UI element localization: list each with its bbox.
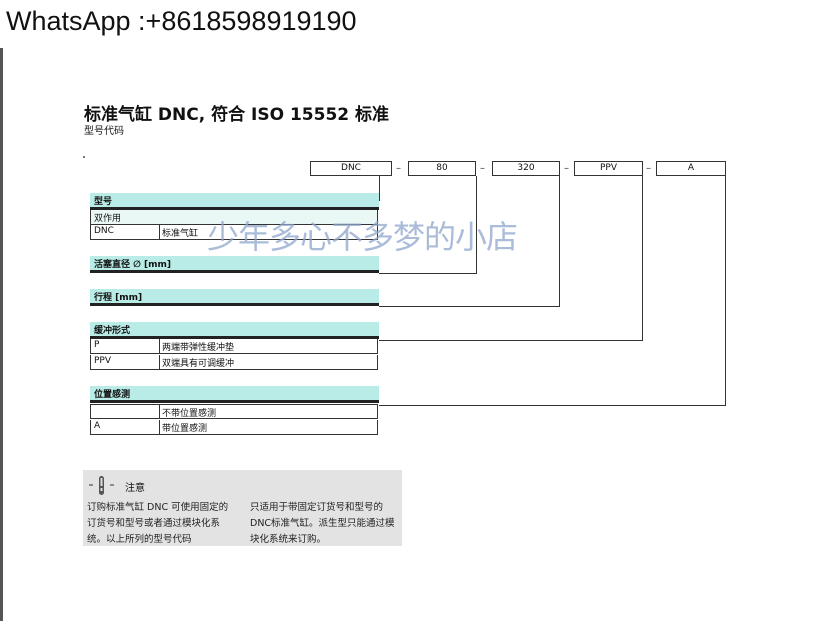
type-mode-label: 双作用 <box>94 214 122 224</box>
section-bore-title: 活塞直径 ∅ [mm] <box>94 260 171 270</box>
section-sensing-title: 位置感测 <box>94 390 131 400</box>
connector-bore-h <box>379 273 477 274</box>
connector-cushion-h <box>379 340 643 341</box>
code-box-bore: 80 <box>408 161 476 176</box>
connector-type-v <box>379 176 380 201</box>
cushion-row-p: P 两端带弹性缓冲垫 <box>90 339 378 354</box>
cushion-desc: 两端带弹性缓冲垫 <box>162 343 235 353</box>
code-box-cushion: PPV <box>574 161 643 176</box>
sensing-row-a: A 带位置感测 <box>90 420 378 435</box>
code-dash: – <box>646 163 651 174</box>
note-label: 注意 <box>125 483 145 494</box>
column-divider <box>159 339 160 353</box>
cushion-code: PPV <box>94 356 112 366</box>
connector-sensing-v <box>725 176 726 406</box>
note-text-right: 只适用于带固定订货号和型号的DNC标准气缸。派生型只能通过模块化系统来订购。 <box>250 502 395 545</box>
section-stroke-title: 行程 [mm] <box>94 293 143 303</box>
note-text-left: 订购标准气缸 DNC 可使用固定的订货号和型号或者通过模块化系统。以上所列的型号… <box>87 502 229 545</box>
sensing-row-none: 不带位置感测 <box>90 404 378 419</box>
shop-watermark: 少年多心不多梦的小店 <box>207 218 518 256</box>
connector-cushion-v <box>642 176 643 341</box>
section-type-title: 型号 <box>94 197 113 207</box>
column-divider <box>159 225 160 239</box>
code-dash: – <box>480 163 485 174</box>
type-desc: 标准气缸 <box>162 229 199 239</box>
cushion-desc: 双端具有可调缓冲 <box>162 359 235 369</box>
page-title: 标准气缸 DNC, 符合 ISO 15552 标准 <box>84 105 390 125</box>
section-type-header: 型号 <box>90 193 379 210</box>
cushion-code: P <box>94 340 100 350</box>
code-box-type: DNC <box>310 161 392 176</box>
sensing-code: A <box>94 421 101 431</box>
sensing-desc: 不带位置感测 <box>162 409 217 419</box>
type-code: DNC <box>94 226 114 236</box>
section-cushion-title: 缓冲形式 <box>94 326 131 336</box>
note-box: 注意 订购标准气缸 DNC 可使用固定的订货号和型号或者通过模块化系统。以上所列… <box>83 470 402 546</box>
stray-dot <box>83 156 85 158</box>
code-box-stroke: 320 <box>492 161 560 176</box>
connector-stroke-v <box>559 176 560 307</box>
page-subtitle: 型号代码 <box>84 126 124 137</box>
code-box-sensing: A <box>656 161 726 176</box>
code-dash: – <box>564 163 569 174</box>
whatsapp-contact-watermark: WhatsApp :+8618598919190 <box>6 6 357 36</box>
connector-stroke-h <box>379 306 560 307</box>
column-divider <box>159 405 160 418</box>
section-bore-header: 活塞直径 ∅ [mm] <box>90 256 379 273</box>
sensing-desc: 带位置感测 <box>162 424 208 434</box>
connector-sensing-h <box>379 405 726 406</box>
column-divider <box>159 355 160 369</box>
page-left-edge <box>0 48 3 621</box>
section-sensing-header: 位置感测 <box>90 386 379 403</box>
code-dash: – <box>396 163 401 174</box>
cushion-row-ppv: PPV 双端具有可调缓冲 <box>90 355 378 370</box>
section-stroke-header: 行程 [mm] <box>90 289 379 306</box>
warning-icon <box>87 474 117 499</box>
section-cushion-header: 缓冲形式 <box>90 322 379 339</box>
column-divider <box>159 420 160 434</box>
